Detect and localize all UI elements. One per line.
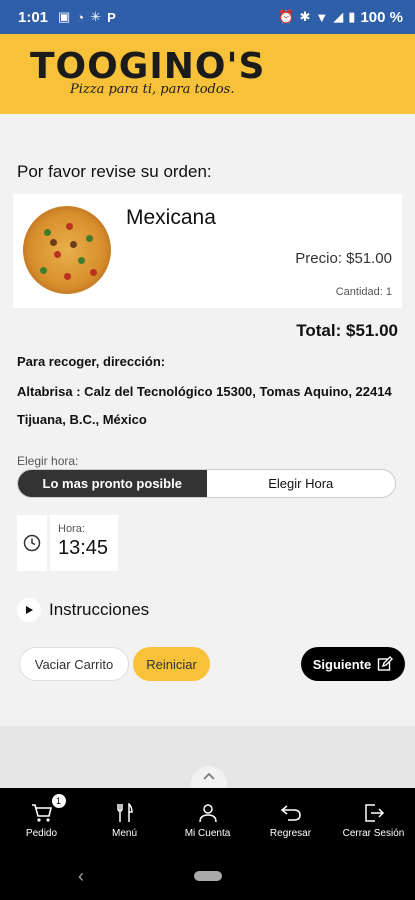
chevron-up-icon <box>203 772 215 780</box>
settings-icon: ✳ <box>90 9 102 24</box>
whatsapp-icon: ◔ <box>76 9 85 25</box>
empty-cart-button[interactable]: Vaciar Carrito <box>19 647 129 681</box>
next-button[interactable]: Siguiente <box>301 647 405 681</box>
nav-item-back[interactable]: Regresar <box>249 788 332 854</box>
nav-item-pedido[interactable]: 1 Pedido <box>0 788 83 854</box>
nav-label: Pedido <box>25 828 58 839</box>
cart-icon <box>31 804 52 822</box>
order-total: Total: $51.00 <box>296 321 398 340</box>
pizza-image <box>23 206 111 294</box>
system-back-icon[interactable]: ‹ <box>78 866 84 887</box>
expand-icon <box>17 598 41 622</box>
battery-level: 100 % <box>360 8 403 26</box>
pickup-label: Para recoger, dirección: <box>17 354 166 369</box>
logout-icon <box>364 804 384 822</box>
item-name: Mexicana <box>126 206 216 229</box>
option-asap[interactable]: Lo mas pronto posible <box>18 470 207 497</box>
notification-icons: ▣ ◔ ✳ P <box>58 9 116 25</box>
nav-label: Menú <box>111 828 137 839</box>
signal-icon: ◢ <box>333 9 344 24</box>
time-choice-toggle: Lo mas pronto posible Elegir Hora <box>17 469 396 498</box>
nav-label: Regresar <box>269 828 312 839</box>
nav-label: Mi Cuenta <box>184 828 231 839</box>
option-choose-time[interactable]: Elegir Hora <box>207 470 396 497</box>
system-home-pill[interactable] <box>194 871 222 881</box>
status-bar: 1:01 ▣ ◔ ✳ P ⏰ ✱ ▼ ◢ ▮ 100 % <box>0 0 415 34</box>
pickup-address: Altabrisa : Calz del Tecnológico 15300, … <box>17 384 392 427</box>
instructions-label: Instrucciones <box>49 600 150 619</box>
nav-item-menu[interactable]: Menú <box>83 788 166 854</box>
order-item-card: Mexicana Precio: $51.00 Cantidad: 1 <box>13 194 402 308</box>
cart-count-badge: 1 <box>51 794 66 808</box>
cutlery-icon <box>116 803 133 822</box>
wifi-icon: ▼ <box>315 9 329 25</box>
alarm-icon: ⏰ <box>278 9 295 24</box>
bottom-nav: 1 Pedido Menú Mi Cuenta Regresar Cerrar … <box>0 788 415 854</box>
order-review: Por favor revise su orden: Mexicana Prec… <box>0 114 415 726</box>
battery-icon: ▮ <box>348 9 356 24</box>
p-icon: P <box>107 9 116 25</box>
reset-button[interactable]: Reiniciar <box>133 647 210 681</box>
time-label: Hora: <box>58 523 85 535</box>
nav-item-account[interactable]: Mi Cuenta <box>166 788 249 854</box>
instructions-toggle[interactable]: Instrucciones <box>17 598 149 622</box>
bluetooth-icon: ✱ <box>299 9 311 24</box>
time-choice-label: Elegir hora: <box>17 454 79 468</box>
item-quantity: Cantidad: 1 <box>335 286 392 298</box>
time-value: 13:45 <box>58 537 109 559</box>
clock-icon <box>23 534 41 552</box>
brand-tagline: Pizza para ti, para todos. <box>70 82 235 97</box>
edit-icon <box>378 656 394 671</box>
nav-label: Cerrar Sesión <box>342 828 405 839</box>
item-price: Precio: $51.00 <box>295 250 392 267</box>
nav-item-logout[interactable]: Cerrar Sesión <box>332 788 415 854</box>
brand-logo: TOOGINO'S <box>30 46 266 87</box>
next-button-label: Siguiente <box>312 656 372 672</box>
app-header: TOOGINO'S Pizza para ti, para todos. <box>0 34 415 114</box>
system-nav-bar: ‹ <box>0 854 415 900</box>
pickup-time-field[interactable]: Hora: 13:45 <box>50 515 118 571</box>
footer-area <box>0 726 415 802</box>
back-arrow-icon <box>280 805 301 821</box>
user-icon <box>198 804 217 823</box>
page-title: Por favor revise su orden: <box>17 162 212 181</box>
system-icons: ⏰ ✱ ▼ ◢ ▮ 100 % <box>278 9 403 26</box>
clock-icon-box <box>17 515 47 571</box>
status-time: 1:01 <box>18 8 49 26</box>
image-icon: ▣ <box>58 9 71 24</box>
